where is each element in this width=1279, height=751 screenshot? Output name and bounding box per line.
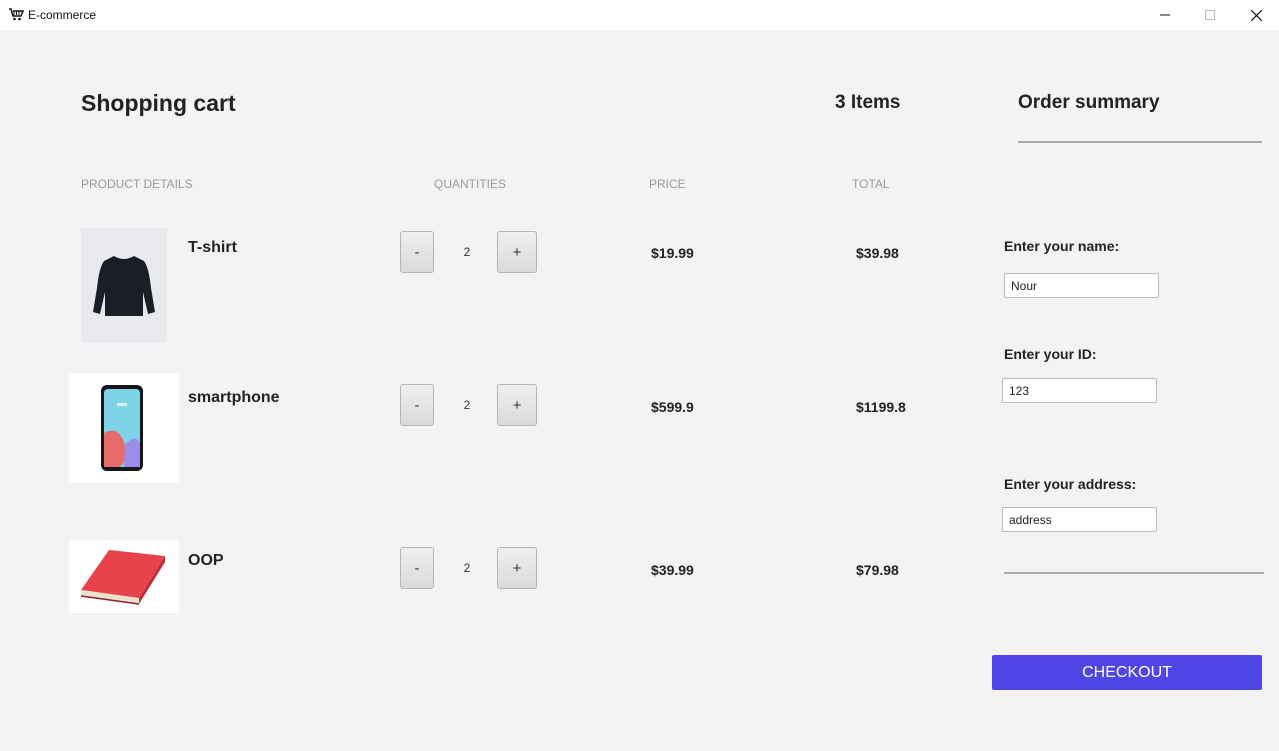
tshirt-image [81,228,167,343]
item-total: $39.98 [856,245,899,261]
minimize-button[interactable] [1142,0,1188,30]
order-summary-title: Order summary [1018,92,1160,113]
quantity-value: 2 [463,398,471,412]
address-input[interactable] [1002,507,1157,532]
decrement-button[interactable]: - [400,547,434,589]
summary-divider-bottom [1004,572,1264,574]
id-input[interactable] [1002,378,1157,403]
increment-button[interactable]: + [497,231,537,273]
quantity-value: 2 [463,561,471,575]
item-total: $79.98 [856,562,899,578]
column-header-details: PRODUCT DETAILS [81,177,193,191]
product-name: OOP [188,552,224,569]
cart-title: Shopping cart [81,90,236,116]
book-image [69,540,179,613]
item-total: $1199.8 [856,399,906,415]
increment-button[interactable]: + [497,547,537,589]
product-name: smartphone [188,389,280,406]
maximize-button[interactable] [1187,0,1233,30]
column-header-total: TOTAL [852,177,890,191]
increment-button[interactable]: + [497,384,537,426]
name-label: Enter your name: [1004,238,1120,254]
product-name: T-shirt [188,239,237,256]
address-label: Enter your address: [1004,476,1137,492]
column-header-quantities: QUANTITIES [434,177,507,191]
maximize-icon [1205,10,1215,20]
minimize-icon [1160,14,1170,16]
close-button[interactable] [1233,0,1279,30]
quantity-value: 2 [463,245,471,259]
smartphone-image [69,373,179,483]
name-input[interactable] [1004,273,1159,298]
item-price: $39.99 [651,562,694,578]
window-title: E-commerce [28,8,97,22]
decrement-button[interactable]: - [400,231,434,273]
window-titlebar: E-commerce [0,0,1279,30]
item-price: $599.9 [651,399,694,415]
checkout-button[interactable]: CHECKOUT [992,655,1262,690]
close-icon [1250,9,1262,21]
id-label: Enter your ID: [1004,346,1097,362]
item-price: $19.99 [651,245,694,261]
summary-divider-top [1018,141,1262,143]
column-header-price: PRICE [649,177,686,191]
cart-app-icon [9,8,24,21]
decrement-button[interactable]: - [400,384,434,426]
item-count: 3 Items [835,92,901,113]
